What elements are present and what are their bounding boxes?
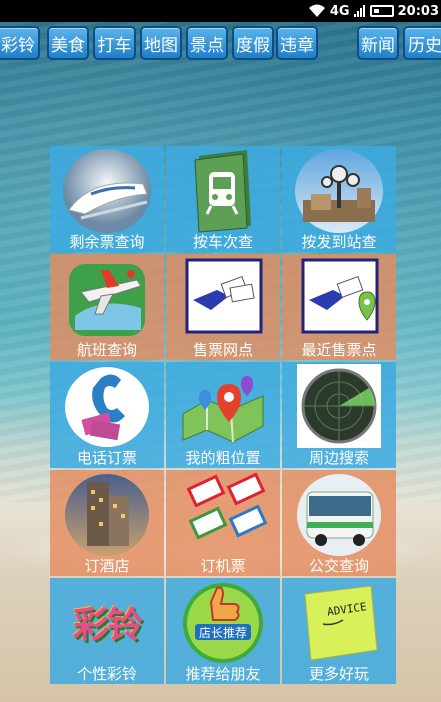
badge-text: 店长推荐 <box>199 626 247 640</box>
tab-history[interactable]: 历史 <box>403 26 441 60</box>
feature-grid: 剩余票查询 按车次查 按发到站查 航班查询 售票网点 最近售票点 电话订票 我的… <box>50 146 397 686</box>
tab-vacation[interactable]: 度假 <box>232 26 274 60</box>
tab-ringtone[interactable]: 彩铃 <box>0 26 40 60</box>
tab-traffic-violation[interactable]: 违章 <box>276 26 318 60</box>
grid-item-more-fun[interactable]: ADVICE 更多好玩 <box>282 578 396 684</box>
bullet-train-icon <box>63 149 151 233</box>
grid-item-label: 周边搜索 <box>308 449 369 467</box>
grid-item-by-train-number[interactable]: 按车次查 <box>166 146 280 252</box>
hotel-building-icon <box>65 474 149 556</box>
bus-icon <box>297 474 381 556</box>
grid-item-custom-ringtone[interactable]: 彩铃 个性彩铃 <box>50 578 164 684</box>
map-pins-icon <box>182 376 264 443</box>
train-folder-icon <box>194 150 251 233</box>
grid-item-label: 推荐给朋友 <box>185 665 261 683</box>
grid-item-ticket-outlets[interactable]: 售票网点 <box>166 254 280 360</box>
grid-item-label: 个性彩铃 <box>76 665 137 683</box>
tab-food[interactable]: 美食 <box>47 26 89 60</box>
wifi-icon <box>308 4 325 17</box>
grid-item-label: 电话订票 <box>76 449 137 467</box>
grid-item-my-location[interactable]: 我的粗位置 <box>166 362 280 468</box>
grid-item-recommend-friends[interactable]: 店长推荐 推荐给朋友 <box>166 578 280 684</box>
grid-item-flight-query[interactable]: 航班查询 <box>50 254 164 360</box>
grid-item-label: 航班查询 <box>76 341 137 359</box>
hand-ticket-icon <box>185 258 263 334</box>
grid-item-by-station[interactable]: 按发到站查 <box>282 146 396 252</box>
sticky-note-icon: ADVICE <box>304 585 378 661</box>
grid-item-book-flight[interactable]: 订机票 <box>166 470 280 576</box>
grid-item-nearest-outlet[interactable]: 最近售票点 <box>282 254 396 360</box>
category-tab-bar: 彩铃 美食 打车 地图 景点 度假 违章 新闻 历史 <box>0 24 441 64</box>
telephone-ticket-icon <box>65 367 149 447</box>
grid-item-remaining-tickets[interactable]: 剩余票查询 <box>50 146 164 252</box>
grid-item-label: 最近售票点 <box>301 341 377 359</box>
network-type: 4G <box>329 3 350 19</box>
thumbs-up-icon: 店长推荐 <box>183 583 263 663</box>
radar-icon <box>297 364 381 448</box>
grid-item-nearby-search[interactable]: 周边搜索 <box>282 362 396 468</box>
tab-map[interactable]: 地图 <box>140 26 182 60</box>
flight-tickets-icon <box>186 472 268 540</box>
clock: 20:03 <box>397 3 439 19</box>
grid-item-book-hotel[interactable]: 订酒店 <box>50 470 164 576</box>
battery-icon <box>369 5 394 17</box>
grid-item-label: 订酒店 <box>84 557 130 575</box>
grid-item-label: 剩余票查询 <box>69 233 145 251</box>
grid-item-label: 按发到站查 <box>301 233 377 251</box>
grid-item-label: 更多好玩 <box>308 665 369 683</box>
station-clock-tower-icon <box>295 149 383 233</box>
grid-item-label: 订机票 <box>200 557 246 575</box>
tab-news[interactable]: 新闻 <box>357 26 399 60</box>
tab-scenic[interactable]: 景点 <box>186 26 228 60</box>
signal-icon <box>353 5 365 17</box>
grid-item-bus-query[interactable]: 公交查询 <box>282 470 396 576</box>
grid-item-label: 我的粗位置 <box>185 449 261 467</box>
hand-ticket-location-icon <box>301 258 379 334</box>
grid-item-phone-booking[interactable]: 电话订票 <box>50 362 164 468</box>
airplane-map-icon <box>69 264 145 336</box>
grid-item-label: 公交查询 <box>308 557 369 575</box>
ringtone-icon: 彩铃 <box>72 605 143 646</box>
grid-item-label: 售票网点 <box>192 341 253 359</box>
grid-item-label: 按车次查 <box>192 233 253 251</box>
status-bar: 4G 20:03 <box>0 0 441 22</box>
tab-taxi[interactable]: 打车 <box>93 26 136 60</box>
